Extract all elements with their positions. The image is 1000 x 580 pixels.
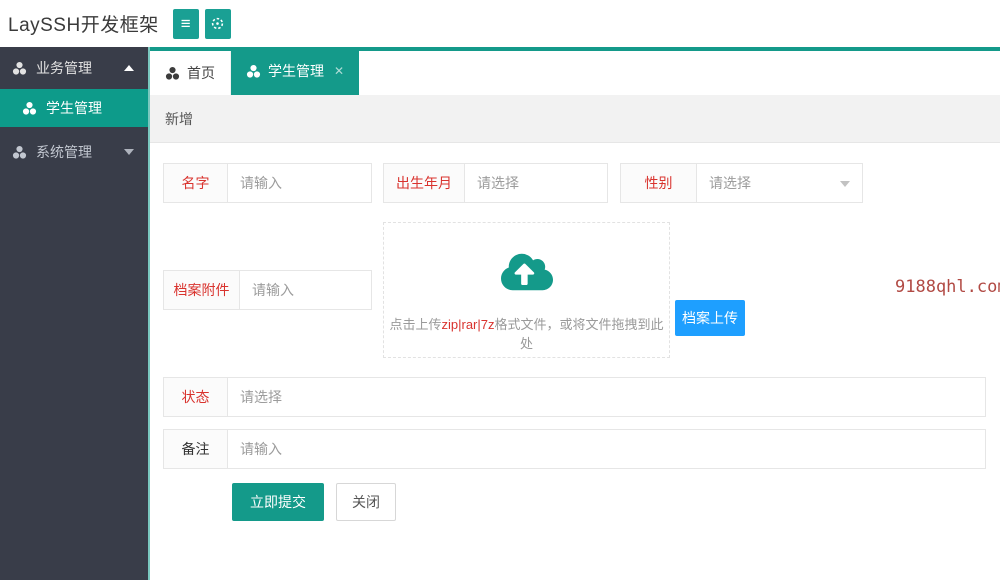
archive-field: 档案附件 bbox=[163, 270, 372, 310]
gender-label: 性别 bbox=[620, 163, 697, 203]
gender-field: 性别 bbox=[620, 163, 863, 203]
student-form: 名字 出生年月 性别 档案附件 bbox=[150, 143, 1000, 580]
name-label: 名字 bbox=[163, 163, 228, 203]
cluster-icon bbox=[12, 61, 27, 76]
status-label: 状态 bbox=[163, 377, 228, 417]
caret-down-icon bbox=[124, 149, 134, 155]
menu-toggle-button[interactable]: ≡ bbox=[173, 9, 199, 39]
tab-label: 首页 bbox=[187, 63, 215, 83]
table-toolbar: 新增 bbox=[150, 95, 1000, 143]
refresh-locate-button[interactable] bbox=[205, 9, 231, 39]
tab-bar: 首页 学生管理 ✕ bbox=[150, 47, 1000, 95]
tab-home[interactable]: 首页 bbox=[150, 51, 231, 95]
birth-field: 出生年月 bbox=[383, 163, 608, 203]
app-window: LaySSH开发框架 ≡ 业务管理 学生管理 bbox=[0, 0, 1000, 580]
cluster-icon bbox=[246, 64, 261, 79]
archive-label: 档案附件 bbox=[163, 270, 240, 310]
name-field: 名字 bbox=[163, 163, 372, 203]
sidebar-item-business-management[interactable]: 业务管理 bbox=[0, 47, 148, 89]
birth-label: 出生年月 bbox=[383, 163, 465, 203]
caret-up-icon bbox=[124, 65, 134, 71]
sidebar-item-label: 系统管理 bbox=[36, 142, 92, 162]
watermark: 9188qhl.com bbox=[895, 277, 1000, 297]
form-actions: 立即提交 关闭 bbox=[232, 483, 396, 521]
header-buttons: ≡ bbox=[173, 9, 231, 39]
close-button[interactable]: 关闭 bbox=[336, 483, 396, 521]
upload-hint-formats: zip|rar|7z bbox=[442, 317, 495, 332]
content-area: 首页 学生管理 ✕ 新增 名字 bbox=[148, 47, 1000, 580]
upload-hint: 点击上传zip|rar|7z格式文件，或将文件拖拽到此处 bbox=[384, 314, 669, 352]
remark-label: 备注 bbox=[163, 429, 228, 469]
upload-hint-suffix: 格式文件，或将文件拖拽到此处 bbox=[495, 317, 664, 351]
sidebar-item-label: 业务管理 bbox=[36, 58, 92, 78]
birth-input[interactable] bbox=[465, 164, 607, 202]
sidebar: 业务管理 学生管理 系统管理 bbox=[0, 47, 148, 580]
cluster-icon bbox=[165, 66, 180, 81]
upload-hint-prefix: 点击上传 bbox=[389, 317, 441, 332]
archive-upload-button[interactable]: 档案上传 bbox=[675, 300, 745, 336]
app-title: LaySSH开发框架 bbox=[8, 10, 159, 37]
remark-input[interactable] bbox=[228, 430, 985, 468]
name-input[interactable] bbox=[228, 164, 371, 202]
gender-select[interactable] bbox=[697, 164, 862, 202]
sidebar-item-system-management[interactable]: 系统管理 bbox=[0, 131, 148, 173]
cloud-upload-icon bbox=[384, 251, 669, 298]
archive-input[interactable] bbox=[240, 271, 371, 309]
hamburger-icon: ≡ bbox=[181, 15, 191, 32]
sidebar-item-student-management[interactable]: 学生管理 bbox=[0, 89, 148, 127]
top-header: LaySSH开发框架 ≡ bbox=[0, 0, 1000, 47]
tab-close-icon[interactable]: ✕ bbox=[334, 64, 344, 78]
submit-button[interactable]: 立即提交 bbox=[232, 483, 324, 521]
add-button[interactable]: 新增 bbox=[165, 109, 193, 129]
chevron-down-icon bbox=[840, 181, 850, 187]
tab-student-management[interactable]: 学生管理 ✕ bbox=[231, 47, 359, 95]
cluster-icon bbox=[22, 101, 37, 116]
status-field: 状态 bbox=[163, 377, 986, 417]
crosshair-icon bbox=[210, 16, 225, 31]
upload-dropzone[interactable]: 点击上传zip|rar|7z格式文件，或将文件拖拽到此处 bbox=[383, 222, 670, 358]
status-select[interactable] bbox=[228, 378, 985, 416]
tab-label: 学生管理 bbox=[268, 61, 324, 81]
cluster-icon bbox=[12, 145, 27, 160]
sidebar-item-label: 学生管理 bbox=[46, 98, 102, 118]
remark-field: 备注 bbox=[163, 429, 986, 469]
